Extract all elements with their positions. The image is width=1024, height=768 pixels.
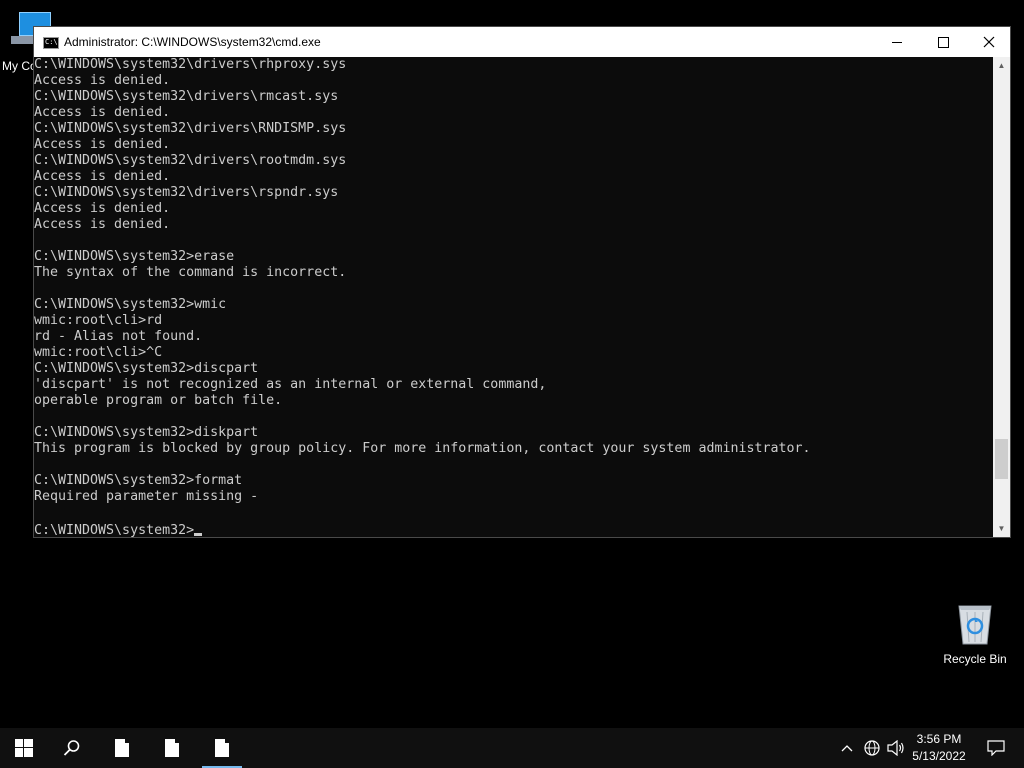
document-icon: [115, 739, 129, 757]
desktop-icon-label: Recycle Bin: [943, 652, 1007, 666]
minimize-icon: [892, 41, 902, 43]
volume-icon[interactable]: [884, 728, 908, 768]
search-icon: [63, 740, 80, 756]
minimize-button[interactable]: [874, 27, 920, 57]
close-button[interactable]: [966, 27, 1012, 57]
vertical-scrollbar[interactable]: ▲ ▼: [993, 57, 1010, 537]
maximize-icon: [937, 36, 949, 48]
recycle-bin-desktop-icon[interactable]: Recycle Bin: [936, 600, 1014, 666]
cmd-window[interactable]: C:\ Administrator: C:\WINDOWS\system32\c…: [33, 26, 1011, 538]
network-globe-icon[interactable]: [860, 728, 884, 768]
recycle-bin-icon: [955, 600, 995, 646]
close-icon: [983, 36, 995, 48]
taskbar-app-2[interactable]: [148, 728, 196, 768]
notification-icon: [987, 740, 1005, 756]
desktop-icon-label: My Co: [2, 59, 37, 73]
search-button[interactable]: [48, 728, 96, 768]
show-hidden-icons-chevron-icon[interactable]: [835, 728, 859, 768]
desktop: My Co Recycle Bin C:\ Administrator: C:\…: [0, 0, 1024, 728]
taskbar: 3:56 PM 5/13/2022: [0, 728, 1024, 768]
document-icon: [165, 739, 179, 757]
scroll-thumb[interactable]: [995, 439, 1008, 480]
maximize-button[interactable]: [920, 27, 966, 57]
console-output[interactable]: C:\WINDOWS\system32\drivers\rhproxy.sys …: [34, 57, 995, 537]
start-button[interactable]: [0, 728, 48, 768]
clock-date: 5/13/2022: [912, 749, 966, 763]
document-icon: [215, 739, 229, 757]
windows-logo-icon: [15, 739, 33, 757]
console-icon: C:\: [43, 37, 59, 49]
text-cursor: [194, 533, 203, 536]
command-prompt[interactable]: C:\WINDOWS\system32>: [34, 523, 194, 537]
window-title: Administrator: C:\WINDOWS\system32\cmd.e…: [64, 35, 321, 49]
taskbar-clock[interactable]: 3:56 PM 5/13/2022: [908, 728, 970, 768]
action-center-button[interactable]: [976, 728, 1016, 768]
console-text: C:\WINDOWS\system32\drivers\rhproxy.sys …: [34, 57, 811, 504]
title-bar[interactable]: C:\ Administrator: C:\WINDOWS\system32\c…: [34, 27, 1010, 57]
taskbar-app-3-active[interactable]: [198, 728, 246, 768]
scroll-down-arrow-icon[interactable]: ▼: [993, 520, 1010, 537]
scroll-up-arrow-icon[interactable]: ▲: [993, 57, 1010, 74]
taskbar-app-1[interactable]: [98, 728, 146, 768]
clock-time: 3:56 PM: [916, 732, 962, 746]
